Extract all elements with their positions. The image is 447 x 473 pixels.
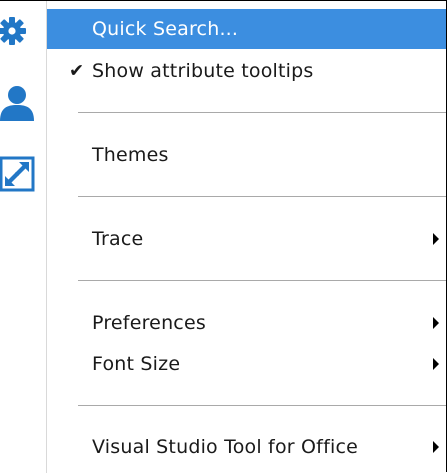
gear-icon (0, 14, 34, 48)
menu-item-quick-search[interactable]: Quick Search... (47, 9, 446, 49)
menu-item-preferences[interactable]: Preferences (47, 303, 446, 343)
submenu-arrow-icon (433, 317, 439, 329)
menu-item-font-size[interactable]: Font Size (47, 344, 446, 384)
side-toolbar (0, 1, 46, 473)
user-icon (0, 81, 40, 121)
checkmark-icon: ✔ (69, 60, 85, 82)
menu-item-label: Visual Studio Tool for Office (92, 436, 358, 458)
menu-item-label: Font Size (92, 353, 181, 375)
menu-item-label: Quick Search... (92, 18, 239, 40)
menu-item-label: Trace (92, 228, 144, 250)
submenu-arrow-icon (433, 233, 439, 245)
menu-separator (78, 112, 446, 113)
expand-icon (0, 156, 36, 192)
menu-item-label: Preferences (92, 312, 206, 334)
expand-button[interactable] (0, 152, 42, 196)
menu-item-visual-studio-tool-for-office[interactable]: Visual Studio Tool for Office (47, 427, 446, 467)
dropdown-menu: Quick Search... ✔ Show attribute tooltip… (47, 1, 446, 473)
context-menu-window: Quick Search... ✔ Show attribute tooltip… (0, 0, 447, 473)
menu-separator (78, 280, 446, 281)
menu-separator (78, 405, 446, 406)
menu-item-label: Themes (92, 144, 169, 166)
submenu-arrow-icon (433, 441, 439, 453)
menu-item-themes[interactable]: Themes (47, 135, 446, 175)
settings-button[interactable] (0, 9, 42, 53)
menu-item-trace[interactable]: Trace (47, 219, 446, 259)
user-button[interactable] (0, 79, 42, 123)
menu-item-show-attribute-tooltips[interactable]: ✔ Show attribute tooltips (47, 51, 446, 91)
menu-separator (78, 196, 446, 197)
submenu-arrow-icon (433, 358, 439, 370)
menu-item-label: Show attribute tooltips (92, 60, 314, 82)
